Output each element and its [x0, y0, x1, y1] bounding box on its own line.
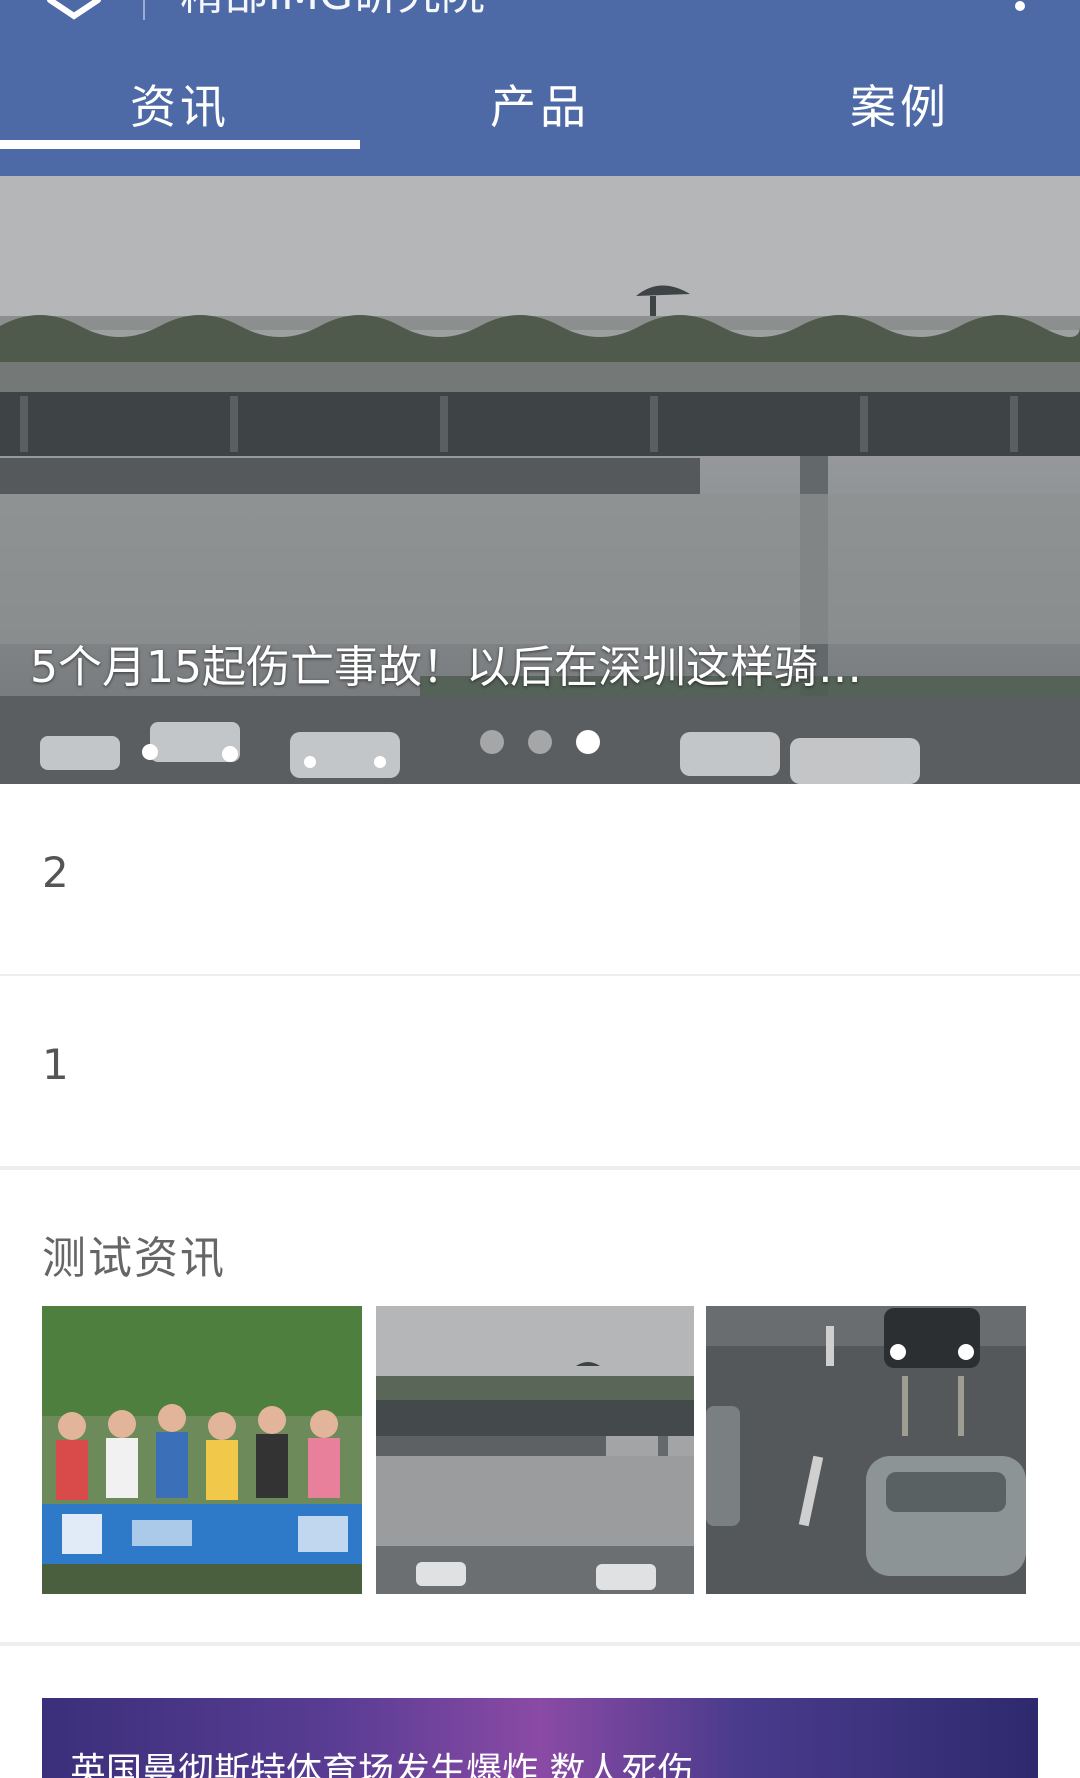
tab-products[interactable]: 产品	[360, 60, 720, 176]
page-title: 精部IMG研究院	[180, 0, 485, 20]
tab-cases[interactable]: 案例	[720, 60, 1080, 176]
thumbnail-image[interactable]	[706, 1306, 1026, 1594]
news-card[interactable]: 英国曼彻斯特体育场发生爆炸 数人死伤	[42, 1698, 1038, 1778]
more-vertical-icon[interactable]	[1008, 0, 1032, 24]
carousel-dot[interactable]	[528, 730, 552, 754]
list-item[interactable]: 2	[0, 784, 1080, 978]
app-header: 精部IMG研究院 资讯 产品 案例	[0, 0, 1080, 176]
thumbnail-row[interactable]	[42, 1306, 1042, 1594]
list-item-label: 2	[42, 848, 69, 897]
banner-caption: 5个月15起伤亡事故！以后在深圳这样骑…	[30, 642, 862, 693]
tab-news[interactable]: 资讯	[0, 60, 360, 176]
toolbar-divider	[143, 0, 145, 20]
list-item[interactable]: 1	[0, 976, 1080, 1170]
section-divider	[0, 1642, 1080, 1646]
carousel-indicator	[480, 730, 600, 754]
tab-bar: 资讯 产品 案例	[0, 60, 1080, 176]
top-toolbar: 精部IMG研究院	[0, 0, 1080, 24]
news-card-title: 英国曼彻斯特体育场发生爆炸 数人死伤	[70, 1751, 694, 1778]
thumbnail-image[interactable]	[42, 1306, 362, 1594]
banner-carousel[interactable]: 5个月15起伤亡事故！以后在深圳这样骑…	[0, 176, 1080, 784]
list-item-label: 1	[42, 1040, 69, 1089]
thumbnail-image[interactable]	[376, 1306, 694, 1594]
back-arrow-icon[interactable]	[44, 0, 104, 22]
carousel-dot[interactable]	[480, 730, 504, 754]
section-title: 测试资讯	[42, 1233, 226, 1284]
carousel-dot-active[interactable]	[576, 730, 600, 754]
